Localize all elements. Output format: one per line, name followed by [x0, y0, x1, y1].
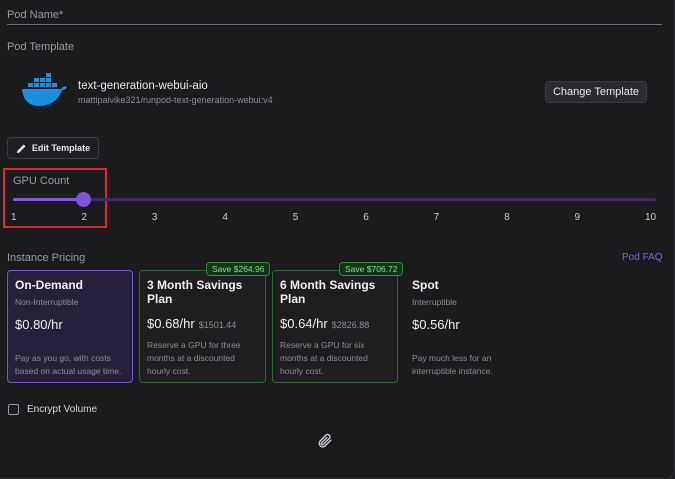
- card-price: $0.68/hr $1501.44: [147, 316, 237, 331]
- gpu-count-tick[interactable]: 9: [575, 212, 581, 223]
- pricing-card-spot[interactable]: Spot Interruptible $0.56/hr Pay much les…: [404, 270, 530, 383]
- pricing-card-on-demand[interactable]: On-Demand Non-Interruptible $0.80/hr Pay…: [7, 270, 133, 383]
- pricing-card-6-month[interactable]: 6 Month Savings Plan $0.64/hr $2826.88 Re…: [272, 270, 398, 383]
- gpu-count-tick[interactable]: 3: [152, 212, 158, 223]
- gpu-count-tick[interactable]: 7: [434, 212, 440, 223]
- card-title: 6 Month Savings Plan: [280, 278, 376, 306]
- gpu-count-label: GPU Count: [13, 175, 70, 187]
- card-price: $0.56/hr: [412, 317, 460, 332]
- gpu-count-slider-fill: [13, 198, 84, 201]
- pod-name-label: Pod Name*: [7, 9, 64, 21]
- card-description: Pay much less for an interruptible insta…: [412, 353, 493, 376]
- card-title: On-Demand: [15, 278, 84, 292]
- card-price: $0.80/hr: [15, 317, 63, 332]
- card-description: Reserve a GPU for three months at a disc…: [147, 340, 241, 376]
- gpu-count-tick[interactable]: 2: [81, 212, 87, 223]
- gpu-count-tick[interactable]: 8: [504, 212, 510, 223]
- card-title: Spot: [412, 278, 439, 292]
- form-panel: [0, 0, 675, 479]
- pricing-card-3-month[interactable]: 3 Month Savings Plan $0.68/hr $1501.44 Re…: [139, 270, 266, 383]
- encrypt-volume-label: Encrypt Volume: [27, 404, 98, 415]
- encrypt-volume-checkbox[interactable]: [8, 404, 19, 415]
- edit-template-button[interactable]: Edit Template: [7, 137, 99, 159]
- gpu-count-tick[interactable]: 10: [645, 212, 656, 223]
- pod-name-input[interactable]: [7, 24, 662, 25]
- docker-icon: [22, 73, 67, 106]
- save-badge: Save $706.72: [339, 262, 404, 276]
- change-template-button[interactable]: Change Template: [545, 81, 647, 103]
- card-description: Reserve a GPU for six months at a discou…: [280, 340, 368, 376]
- edit-template-label: Edit Template: [31, 143, 91, 153]
- template-name: text-generation-webui-aio: [78, 80, 208, 92]
- card-price: $0.64/hr $2826.88: [280, 316, 370, 331]
- gpu-count-tick[interactable]: 1: [11, 212, 17, 223]
- pod-faq-link[interactable]: Pod FAQ: [622, 252, 663, 263]
- gpu-count-tick[interactable]: 5: [293, 212, 299, 223]
- card-title: 3 Month Savings Plan: [147, 278, 243, 306]
- save-badge: Save $264.96: [206, 262, 271, 276]
- pod-template-label: Pod Template: [7, 41, 75, 53]
- pencil-icon: [16, 143, 26, 153]
- template-image: mattipaivike321/runpod-text-generation-w…: [78, 95, 273, 105]
- gpu-count-slider[interactable]: [13, 198, 656, 201]
- gpu-count-tick[interactable]: 4: [222, 212, 228, 223]
- card-description: Pay as you go, with costs based on actua…: [15, 353, 122, 376]
- gpu-count-tick[interactable]: 6: [363, 212, 369, 223]
- paperclip-icon[interactable]: [316, 432, 333, 449]
- card-subtitle: Interruptible: [412, 297, 457, 307]
- card-subtitle: Non-Interruptible: [15, 297, 79, 307]
- instance-pricing-label: Instance Pricing: [7, 252, 86, 264]
